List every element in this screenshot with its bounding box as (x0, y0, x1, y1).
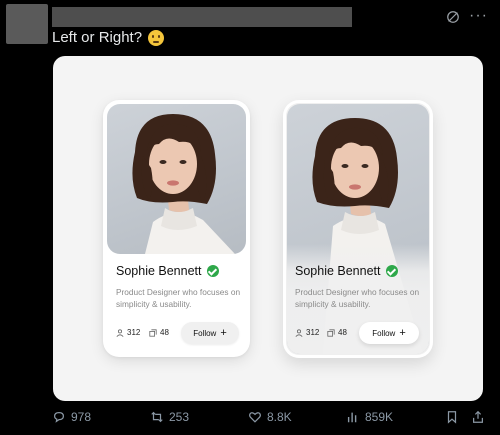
views-icon (347, 412, 357, 423)
share-icon (473, 410, 483, 423)
tweet-actions: 978 253 8.8K 859K (0, 410, 500, 432)
verified-badge-icon (385, 265, 398, 277)
repost-button[interactable]: 253 (150, 410, 189, 424)
bookmark-icon (447, 411, 457, 424)
reply-button[interactable]: 978 (52, 410, 91, 424)
profile-name: Sophie Bennett (295, 264, 398, 278)
avatar[interactable] (6, 4, 48, 44)
grok-icon[interactable] (446, 10, 460, 24)
more-icon[interactable]: ··· (469, 8, 488, 24)
verified-badge-icon (206, 265, 219, 277)
followers-count: 312 (116, 328, 140, 337)
reply-count: 978 (71, 410, 92, 424)
profile-name: Sophie Bennett (116, 264, 219, 278)
tweet-view: ··· Left or Right? Sophie Bennett Produc… (0, 0, 500, 435)
thinking-face-emoji (148, 29, 165, 46)
followers-value: 312 (306, 328, 320, 337)
followers-value: 312 (127, 328, 141, 337)
profile-card-left: Sophie Bennett Product Designer who focu… (103, 100, 250, 357)
posts-icon (327, 328, 335, 337)
like-count: 8.8K (267, 410, 292, 424)
posts-value: 48 (338, 328, 347, 337)
views-button[interactable]: 859K (346, 410, 393, 424)
follow-label: Follow (372, 328, 396, 338)
posts-value: 48 (160, 328, 169, 337)
follow-button[interactable]: Follow + (181, 322, 239, 344)
tweet-text-body: Left or Right? (52, 29, 143, 46)
plus-icon: + (220, 327, 227, 339)
bookmark-button[interactable] (445, 410, 459, 424)
profile-description: Product Designer who focuses on simplici… (295, 287, 420, 309)
plus-icon: + (399, 327, 406, 339)
profile-card-right: Sophie Bennett Product Designer who focu… (283, 100, 433, 358)
tweet-media[interactable]: Sophie Bennett Product Designer who focu… (53, 56, 483, 401)
repost-count: 253 (169, 410, 190, 424)
view-count: 859K (365, 410, 394, 424)
profile-name-text: Sophie Bennett (295, 264, 381, 278)
posts-count: 48 (149, 328, 169, 337)
profile-description: Product Designer who focuses on simplici… (116, 287, 241, 309)
author-name-redacted[interactable] (52, 7, 352, 27)
follow-label: Follow (193, 328, 217, 338)
profile-photo-left (107, 104, 246, 254)
posts-count: 48 (327, 328, 347, 337)
followers-count: 312 (295, 328, 319, 337)
like-button[interactable]: 8.8K (248, 410, 292, 424)
tweet-text: Left or Right? (52, 29, 165, 46)
reply-icon (54, 412, 64, 423)
follow-button[interactable]: Follow + (359, 322, 419, 344)
user-icon (116, 328, 124, 337)
profile-name-text: Sophie Bennett (116, 264, 202, 278)
heart-icon (249, 412, 261, 423)
share-button[interactable] (471, 410, 485, 424)
repost-icon (151, 411, 163, 423)
user-icon (295, 328, 303, 337)
posts-icon (149, 328, 157, 337)
